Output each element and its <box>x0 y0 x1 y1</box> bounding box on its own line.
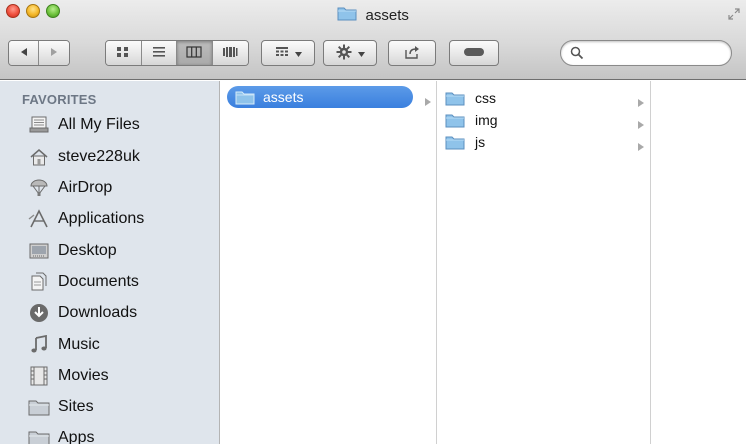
sidebar-item-label: Apps <box>58 429 95 444</box>
downloads-icon <box>28 302 50 324</box>
disclosure-arrow-icon <box>637 116 645 129</box>
sidebar-item-airdrop[interactable]: AirDrop <box>28 174 218 202</box>
sidebar-item-music[interactable]: Music <box>28 331 218 359</box>
sidebar-item-sites[interactable]: Sites <box>28 393 218 421</box>
icon-view-icon <box>116 46 130 61</box>
sidebar-item-documents[interactable]: Documents <box>28 268 218 296</box>
action-button[interactable] <box>323 40 377 66</box>
arrange-grid-icon <box>275 46 289 61</box>
all-files-icon <box>28 114 50 136</box>
finder-window: assets FAVORITES All My Files steve228uk… <box>0 0 746 444</box>
back-forward-control <box>8 40 70 66</box>
applications-icon <box>28 208 50 230</box>
folder-icon <box>235 89 255 105</box>
movies-icon <box>28 365 50 387</box>
sidebar-item-label: AirDrop <box>58 179 113 196</box>
list-item-css[interactable]: css <box>443 87 643 109</box>
folder-icon <box>445 134 465 150</box>
search-icon <box>570 46 584 65</box>
title-folder-icon <box>337 5 357 26</box>
gear-icon <box>336 44 352 63</box>
desktop-icon <box>28 240 50 262</box>
back-arrow-icon <box>19 46 29 60</box>
sidebar-item-label: Movies <box>58 367 109 384</box>
fullscreen-icon[interactable] <box>728 8 740 20</box>
title-toolbar: assets <box>0 0 746 80</box>
cover-flow-view-button[interactable] <box>212 41 248 65</box>
tags-button[interactable] <box>449 40 499 66</box>
sidebar-header-favorites: FAVORITES <box>22 92 97 107</box>
arrange-button[interactable] <box>261 40 315 66</box>
tag-toggle-icon <box>463 46 485 60</box>
sidebar-item-apps[interactable]: Apps <box>28 424 218 444</box>
disclosure-arrow-icon <box>424 93 432 106</box>
icon-view-button[interactable] <box>106 41 142 65</box>
disclosure-arrow-icon <box>637 94 645 107</box>
list-item-js[interactable]: js <box>443 131 643 153</box>
list-view-icon <box>152 46 166 61</box>
home-icon <box>28 146 50 168</box>
sidebar-item-label: steve228uk <box>58 148 140 165</box>
documents-icon <box>28 271 50 293</box>
music-icon <box>28 334 50 356</box>
folder-icon <box>445 90 465 106</box>
column-view-button[interactable] <box>177 41 213 65</box>
sidebar-item-label: Applications <box>58 210 145 227</box>
back-button[interactable] <box>9 41 39 65</box>
cover-flow-view-icon <box>222 46 238 61</box>
column-view-icon <box>186 45 202 61</box>
sidebar-item-label: Desktop <box>58 242 117 259</box>
list-view-button[interactable] <box>141 41 177 65</box>
sidebar-item-downloads[interactable]: Downloads <box>28 299 218 327</box>
chevron-down-icon <box>357 46 365 60</box>
list-item-assets[interactable]: assets <box>227 86 413 108</box>
forward-button[interactable] <box>39 41 69 65</box>
disclosure-arrow-icon <box>637 138 645 151</box>
chevron-down-icon <box>294 46 302 60</box>
list-item-label: js <box>475 134 486 150</box>
forward-arrow-icon <box>49 46 59 60</box>
sidebar-item-applications[interactable]: Applications <box>28 205 218 233</box>
view-mode-control <box>105 40 249 66</box>
list-item-label: css <box>475 90 496 106</box>
folder-icon <box>445 112 465 128</box>
sidebar-item-label: Sites <box>58 398 94 415</box>
airdrop-icon <box>28 177 50 199</box>
search-input[interactable] <box>589 44 725 62</box>
sidebar-item-label: All My Files <box>58 116 140 133</box>
sidebar-item-label: Music <box>58 336 100 353</box>
sidebar-item-steve228uk[interactable]: steve228uk <box>28 143 218 171</box>
window-title: assets <box>365 7 409 24</box>
share-button[interactable] <box>388 40 436 66</box>
sidebar: FAVORITES All My Files steve228uk AirDro… <box>0 81 220 444</box>
list-item-label: img <box>475 112 498 128</box>
sidebar-item-label: Downloads <box>58 304 138 321</box>
window-title-group: assets <box>0 5 746 25</box>
folder-icon <box>28 396 50 418</box>
sidebar-item-movies[interactable]: Movies <box>28 362 218 390</box>
browser-column-1: assets <box>221 81 437 444</box>
search-field[interactable] <box>560 40 732 66</box>
sidebar-item-desktop[interactable]: Desktop <box>28 237 218 265</box>
folder-icon <box>28 427 50 444</box>
browser-column-2: css img js <box>437 81 651 444</box>
list-item-label: assets <box>263 89 304 105</box>
share-icon <box>404 45 420 62</box>
sidebar-item-label: Documents <box>58 273 139 290</box>
browser-column-3[interactable] <box>651 81 746 444</box>
list-item-img[interactable]: img <box>443 109 643 131</box>
sidebar-item-all-my-files[interactable]: All My Files <box>28 111 218 139</box>
